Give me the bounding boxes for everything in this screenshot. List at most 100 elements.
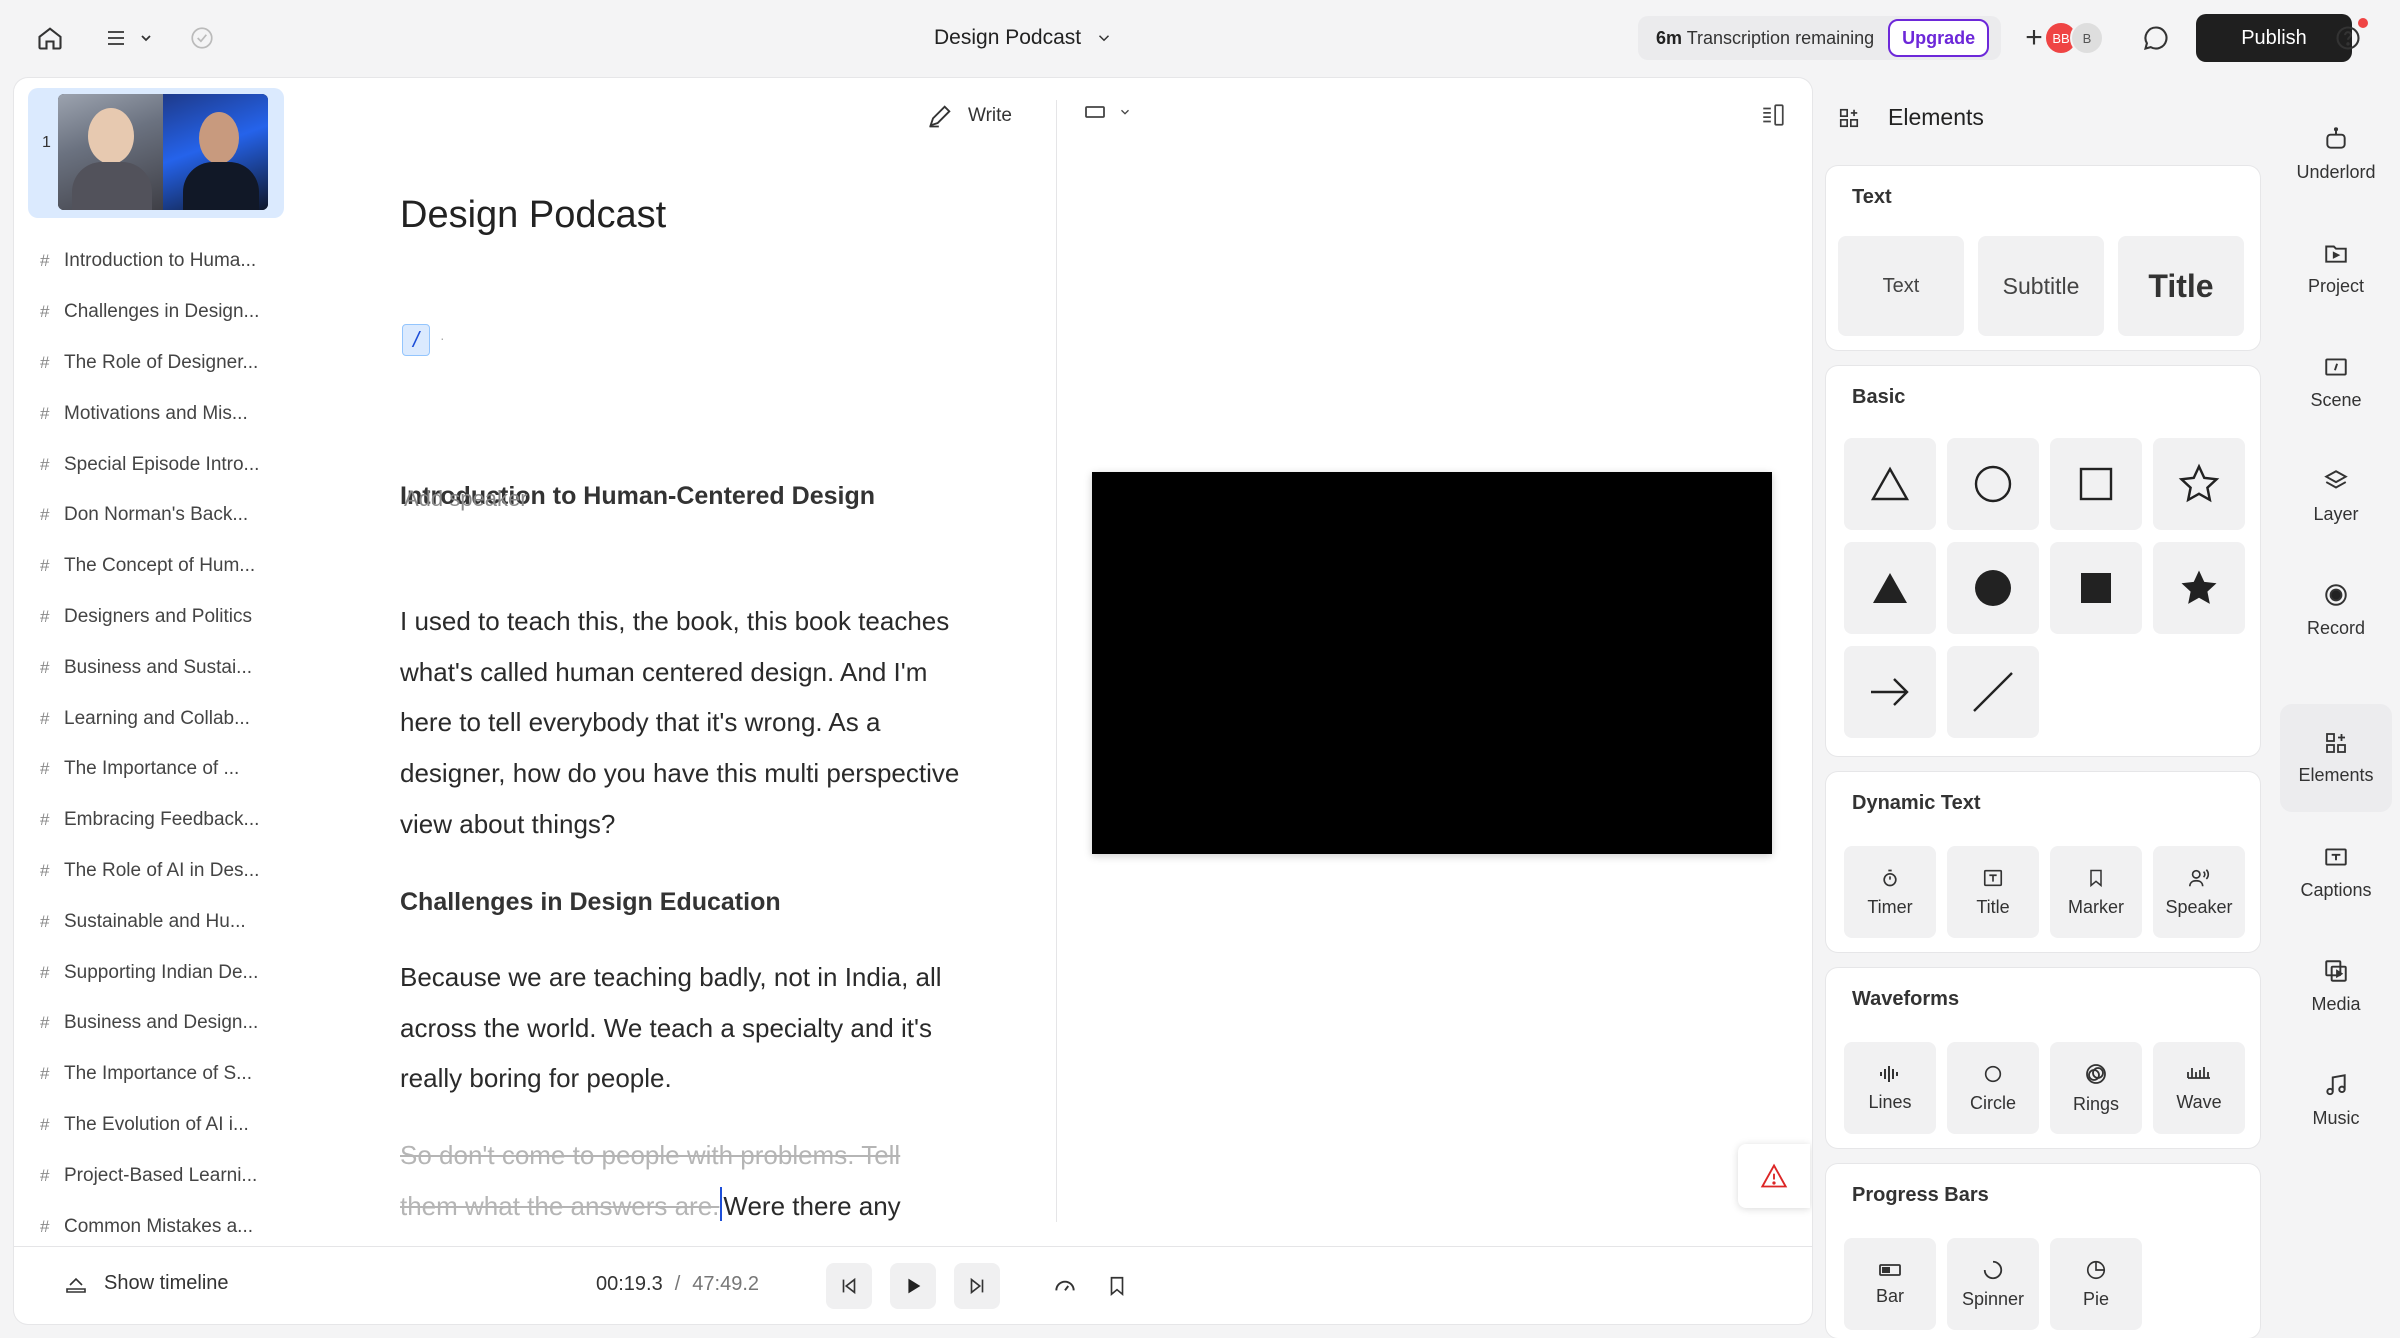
wave-waveform-tile[interactable]: Wave <box>2153 1042 2245 1134</box>
spinner-progress-tile[interactable]: Spinner <box>1947 1238 2039 1330</box>
list-item[interactable]: # Project-Based Learni... <box>40 1150 280 1201</box>
arrow-tile[interactable] <box>1844 646 1936 738</box>
upgrade-button[interactable]: Upgrade <box>1888 19 1990 57</box>
list-item[interactable]: # The Importance of S... <box>40 1049 280 1100</box>
circle-filled-icon <box>1975 570 2011 606</box>
document-title[interactable]: Design Podcast <box>400 194 666 237</box>
list-item[interactable]: # Embracing Feedback... <box>40 795 280 846</box>
aspect-ratio-dropdown[interactable] <box>1084 104 1132 120</box>
heading-hash-icon: # <box>40 962 50 982</box>
circle-waveform-tile[interactable]: Circle <box>1947 1042 2039 1134</box>
square-filled-tile[interactable] <box>2050 542 2142 634</box>
timer-tile[interactable]: Timer <box>1844 846 1936 938</box>
scene-title: The Importance of S... <box>64 1063 252 1085</box>
list-item[interactable]: # Learning and Collab... <box>40 693 280 744</box>
title-tile[interactable]: Title <box>2118 236 2244 336</box>
list-item[interactable]: # The Role of AI in Des... <box>40 846 280 897</box>
tile-label: Timer <box>1867 896 1913 917</box>
heading-hash-icon: # <box>40 302 50 322</box>
video-preview-canvas[interactable] <box>1092 472 1772 854</box>
add-marker-button[interactable] <box>1094 1263 1140 1309</box>
list-item[interactable]: # The Concept of Hum... <box>40 541 280 592</box>
rail-item-media[interactable]: Media <box>2280 932 2392 1040</box>
comment-icon[interactable] <box>2140 22 2172 54</box>
rail-item-layer[interactable]: Layer <box>2280 442 2392 550</box>
text-tile[interactable]: Text <box>1838 236 1964 336</box>
rail-label: Scene <box>2310 389 2362 410</box>
subtitle-tile[interactable]: Subtitle <box>1978 236 2104 336</box>
slash-command-chip[interactable]: / <box>402 324 430 356</box>
triangle-outline-tile[interactable] <box>1844 438 1936 530</box>
list-item[interactable]: # Motivations and Mis... <box>40 388 280 439</box>
list-item[interactable]: # Business and Design... <box>40 998 280 1049</box>
publish-button[interactable]: Publish <box>2196 14 2352 62</box>
rail-item-elements[interactable]: Elements <box>2280 704 2392 812</box>
avatar[interactable]: B <box>2070 21 2104 55</box>
panel-toggle-icon[interactable] <box>1760 102 1786 133</box>
transcript-paragraph[interactable]: Because we are teaching badly, not in In… <box>400 952 960 1104</box>
show-timeline-button[interactable]: Show timeline <box>64 1271 229 1295</box>
list-item[interactable]: # Sustainable and Hu... <box>40 896 280 947</box>
section-heading[interactable]: Challenges in Design Education <box>400 888 781 917</box>
transcript-paragraph[interactable]: I used to teach this, the book, this boo… <box>400 596 960 850</box>
circle-outline-tile[interactable] <box>1947 438 2039 530</box>
list-item[interactable]: # Introduction to Huma... <box>40 236 280 287</box>
list-item[interactable]: # The Role of Designer... <box>40 338 280 389</box>
current-time: 00:19.3 <box>596 1273 663 1295</box>
music-icon <box>2326 1073 2346 1095</box>
help-icon[interactable] <box>2332 18 2368 54</box>
scene-thumbnail[interactable]: 1 <box>28 88 284 218</box>
waveform-lines-icon <box>1880 1065 1898 1082</box>
elements-icon <box>1839 108 1859 127</box>
warning-icon[interactable] <box>1738 1144 1810 1208</box>
playback-speed-button[interactable] <box>1042 1263 1088 1309</box>
square-outline-tile[interactable] <box>2050 438 2142 530</box>
transcript-paragraph[interactable]: So don't come to people with problems. T… <box>400 1130 960 1246</box>
star-filled-tile[interactable] <box>2153 542 2245 634</box>
list-item[interactable]: # The Importance of ... <box>40 744 280 795</box>
media-icon <box>2325 959 2347 982</box>
triangle-filled-tile[interactable] <box>1844 542 1936 634</box>
record-icon <box>2325 583 2347 606</box>
list-item[interactable]: # Designers and Politics <box>40 592 280 643</box>
pie-progress-tile[interactable]: Pie <box>2050 1238 2142 1330</box>
scene-title: Business and Sustai... <box>64 656 252 678</box>
circle-filled-tile[interactable] <box>1947 542 2039 634</box>
rings-waveform-tile[interactable]: Rings <box>2050 1042 2142 1134</box>
rail-item-music[interactable]: Music <box>2280 1046 2392 1154</box>
list-item[interactable]: # Business and Sustai... <box>40 642 280 693</box>
scene-title: Motivations and Mis... <box>64 402 248 424</box>
robot-icon <box>2326 126 2346 149</box>
list-item[interactable]: # Challenges in Design... <box>40 287 280 338</box>
write-button[interactable]: Write <box>926 102 1012 130</box>
star-outline-tile[interactable] <box>2153 438 2245 530</box>
rail-item-scene[interactable]: Scene <box>2280 328 2392 436</box>
timer-icon <box>1883 869 1897 886</box>
list-item[interactable]: # Special Episode Intro... <box>40 439 280 490</box>
speaker-tile[interactable]: Speaker <box>2153 846 2245 938</box>
dynamic-title-tile[interactable]: Title <box>1947 846 2039 938</box>
rail-item-captions[interactable]: Captions <box>2280 818 2392 926</box>
add-speaker-button[interactable]: Add speaker <box>404 486 528 512</box>
marker-tile[interactable]: Marker <box>2050 846 2142 938</box>
line-tile[interactable] <box>1947 646 2039 738</box>
list-item[interactable]: # Common Mistakes a... <box>40 1201 280 1252</box>
waveform-circle-icon <box>1984 1065 2002 1082</box>
lines-waveform-tile[interactable]: Lines <box>1844 1042 1936 1134</box>
bar-progress-tile[interactable]: Bar <box>1844 1238 1936 1330</box>
play-button[interactable] <box>890 1263 936 1309</box>
skip-back-icon <box>842 1277 856 1295</box>
list-item[interactable]: # Don Norman's Back... <box>40 490 280 541</box>
skip-forward-button[interactable] <box>954 1263 1000 1309</box>
menu-icon[interactable] <box>100 22 156 54</box>
rail-item-project[interactable]: Project <box>2280 214 2392 322</box>
rail-item-record[interactable]: Record <box>2280 556 2392 664</box>
check-circle-icon[interactable] <box>186 22 218 54</box>
list-item[interactable]: # The Evolution of AI i... <box>40 1100 280 1151</box>
list-item[interactable]: # Supporting Indian De... <box>40 947 280 998</box>
skip-back-button[interactable] <box>826 1263 872 1309</box>
home-icon[interactable] <box>34 22 66 54</box>
rail-item-underlord[interactable]: Underlord <box>2280 100 2392 208</box>
project-title-dropdown[interactable]: Design Podcast <box>934 22 1113 54</box>
scene-title: The Concept of Hum... <box>64 555 256 577</box>
